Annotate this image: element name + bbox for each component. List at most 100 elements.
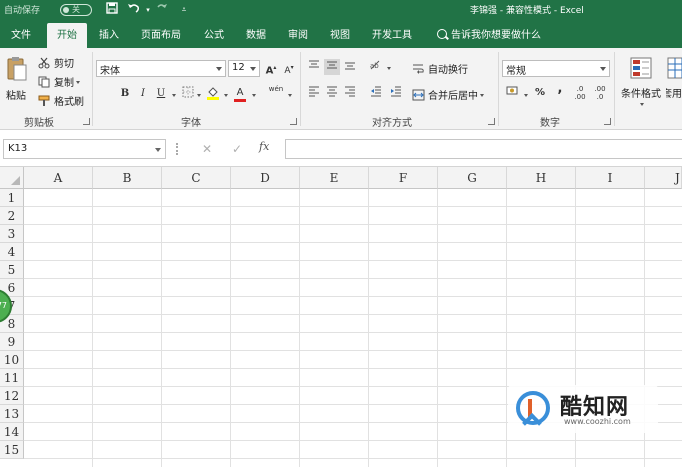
row-header[interactable]: 12 (0, 387, 24, 405)
comma-button[interactable]: , (552, 81, 568, 97)
column-header[interactable]: C (162, 167, 231, 189)
underline-dropdown-icon[interactable] (172, 94, 176, 97)
orientation-button[interactable]: ab (368, 59, 384, 75)
row-header[interactable]: 5 (0, 261, 24, 279)
row-header[interactable]: 10 (0, 351, 24, 369)
increase-decimal-button[interactable]: .0.00 (572, 85, 588, 101)
column-header[interactable]: D (231, 167, 300, 189)
merge-center-button[interactable]: 合并后居中 (412, 87, 484, 102)
column-header[interactable]: H (507, 167, 576, 189)
borders-dropdown-icon[interactable] (197, 94, 201, 97)
paste-button[interactable]: 粘贴 (6, 56, 32, 102)
wrap-text-button[interactable]: 自动换行 (412, 61, 468, 76)
align-center-button[interactable] (324, 85, 340, 101)
align-top-button[interactable] (306, 59, 322, 75)
row-header[interactable]: 9 (0, 333, 24, 351)
tab-file[interactable]: 文件 (11, 26, 31, 41)
name-box[interactable]: K13 (3, 139, 166, 159)
pinyin-button[interactable]: wén (268, 84, 284, 100)
customize-icon[interactable]: ⩡ (176, 2, 192, 18)
font-size-select[interactable]: 12 (228, 60, 260, 77)
decrease-indent-button[interactable] (368, 85, 384, 101)
row-header[interactable]: 3 (0, 225, 24, 243)
accounting-format-button[interactable] (505, 85, 521, 101)
clipboard-launcher-icon[interactable] (83, 118, 90, 125)
number-format-select[interactable]: 常规 (502, 60, 610, 77)
tab-formulas[interactable]: 公式 (204, 26, 224, 41)
copy-icon (38, 76, 51, 88)
format-painter-button[interactable]: 格式刷 (38, 93, 84, 108)
align-left-button[interactable] (306, 85, 322, 101)
column-header[interactable]: G (438, 167, 507, 189)
outdent-icon (371, 86, 381, 97)
row-header[interactable]: 15 (0, 441, 24, 459)
column-header[interactable]: J (645, 167, 682, 189)
copy-dropdown-icon[interactable] (76, 81, 80, 84)
row-header[interactable]: 13 (0, 405, 24, 423)
column-header[interactable]: A (24, 167, 93, 189)
cancel-icon[interactable]: ✕ (198, 140, 216, 158)
font-name-select[interactable]: 宋体 (96, 60, 226, 77)
merge-dropdown-icon[interactable] (480, 94, 484, 97)
tell-me-search[interactable]: 告诉我你想要做什么 (437, 26, 541, 41)
tab-home[interactable]: 开始 (47, 23, 87, 48)
align-bottom-button[interactable] (342, 59, 358, 75)
redo-icon[interactable] (154, 2, 170, 18)
formula-input[interactable] (285, 139, 682, 159)
column-header[interactable]: B (93, 167, 162, 189)
row-header[interactable]: 4 (0, 243, 24, 261)
align-right-button[interactable] (342, 85, 358, 101)
number-launcher-icon[interactable] (604, 118, 611, 125)
ribbon-home: 粘贴 剪切 复制 格式刷 剪贴板 宋体 12 A▴ A▾ B I U A wén… (0, 48, 682, 130)
orientation-dropdown-icon[interactable] (387, 67, 391, 70)
column-header[interactable]: F (369, 167, 438, 189)
save-icon[interactable] (104, 2, 120, 18)
grow-font-button[interactable]: A▴ (263, 60, 279, 76)
increase-indent-button[interactable] (388, 85, 404, 101)
tab-review[interactable]: 审阅 (288, 26, 308, 41)
chevron-down-icon[interactable] (155, 148, 161, 152)
tab-view[interactable]: 视图 (330, 26, 350, 41)
pinyin-dropdown-icon[interactable] (288, 94, 292, 97)
font-color-button[interactable]: A (232, 85, 248, 102)
row-header[interactable]: 14 (0, 423, 24, 441)
formula-bar-grip[interactable] (176, 143, 178, 155)
format-as-table-button[interactable]: 套用表格格式 (666, 56, 682, 100)
column-header[interactable]: E (300, 167, 369, 189)
column-header[interactable]: I (576, 167, 645, 189)
cut-button[interactable]: 剪切 (38, 55, 74, 70)
ribbon-tabs: 文件 开始 插入 页面布局 公式 数据 审阅 视图 开发工具 告诉我你想要做什么 (0, 20, 682, 48)
italic-button[interactable]: I (135, 86, 151, 102)
copy-button[interactable]: 复制 (38, 74, 80, 89)
autosave-toggle[interactable]: 关 (60, 4, 92, 16)
insert-function-icon[interactable]: fx (259, 140, 269, 153)
row-header[interactable]: 1 (0, 189, 24, 207)
bold-button[interactable]: B (117, 86, 133, 102)
row-header[interactable]: 11 (0, 369, 24, 387)
tab-developer[interactable]: 开发工具 (372, 26, 412, 41)
tab-page-layout[interactable]: 页面布局 (141, 26, 181, 41)
percent-button[interactable]: % (532, 85, 548, 101)
conditional-formatting-dropdown-icon[interactable] (640, 103, 644, 106)
accounting-dropdown-icon[interactable] (524, 94, 528, 97)
fill-color-dropdown-icon[interactable] (224, 94, 228, 97)
alignment-launcher-icon[interactable] (488, 118, 495, 125)
align-middle-button[interactable] (324, 59, 340, 75)
decrease-decimal-button[interactable]: .00.0 (592, 85, 608, 101)
svg-text:ab: ab (370, 62, 379, 70)
tab-insert[interactable]: 插入 (99, 26, 119, 41)
align-bottom-icon (345, 62, 355, 70)
grid-line (161, 189, 162, 467)
shrink-font-button[interactable]: A▾ (281, 60, 297, 76)
enter-icon[interactable]: ✓ (228, 140, 246, 158)
select-all-corner[interactable] (0, 167, 24, 189)
font-launcher-icon[interactable] (290, 118, 297, 125)
borders-button[interactable] (180, 86, 196, 102)
font-color-dropdown-icon[interactable] (252, 94, 256, 97)
row-header[interactable]: 2 (0, 207, 24, 225)
fill-color-button[interactable] (205, 86, 221, 102)
underline-button[interactable]: U (153, 86, 169, 102)
grid-line (24, 278, 682, 279)
tab-data[interactable]: 数据 (246, 26, 266, 41)
conditional-formatting-button[interactable]: 条件格式 (620, 56, 662, 111)
